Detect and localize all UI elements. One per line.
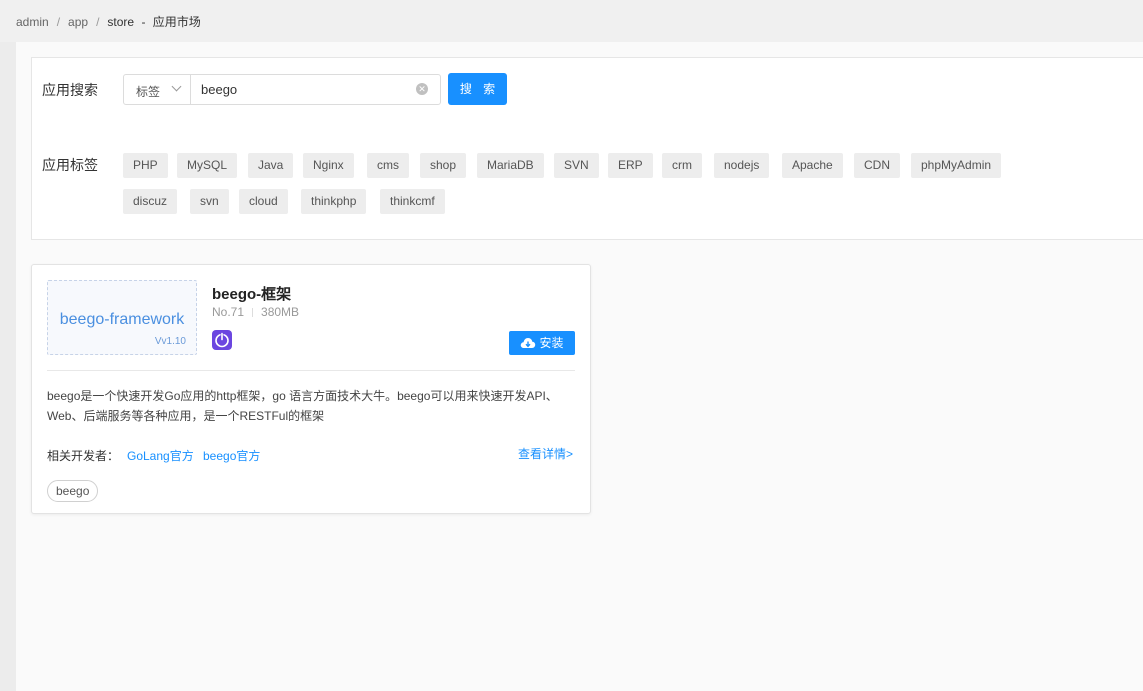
tag-erp[interactable]: ERP (608, 153, 653, 178)
view-details-link[interactable]: 查看详情> (518, 445, 573, 462)
tag-nginx[interactable]: Nginx (303, 153, 354, 178)
search-panel: 应用搜索 标签 ✕ 搜 索 应用标签 PHP MySQL Java Nginx … (31, 57, 1143, 240)
tag-thinkphp[interactable]: thinkphp (301, 189, 367, 214)
breadcrumb: admin / app / store - 应用市场 (16, 13, 201, 30)
app-thumbnail[interactable]: beego-framework Vv1.10 (47, 280, 197, 355)
cloud-download-icon (520, 334, 536, 358)
tag-phpmyadmin[interactable]: phpMyAdmin (911, 153, 1002, 178)
app-card: beego-framework Vv1.10 beego-框架 No.71 380… (31, 264, 591, 514)
chevron-down-icon (171, 81, 182, 92)
search-button[interactable]: 搜 索 (448, 73, 507, 105)
tag-apache[interactable]: Apache (782, 153, 843, 178)
developers-label: 相关开发者： (47, 449, 120, 463)
app-size: 380MB (261, 305, 300, 319)
meta-divider (252, 308, 254, 317)
app-tag[interactable]: beego (47, 480, 99, 502)
tag-java[interactable]: Java (248, 153, 294, 178)
card-divider (47, 370, 575, 371)
app-name: beego-框架 (212, 286, 292, 303)
tag-shop[interactable]: shop (420, 153, 467, 178)
clear-icon[interactable]: ✕ (416, 83, 428, 95)
tag-crm[interactable]: crm (662, 153, 702, 178)
developer-link-golang[interactable]: GoLang官方 (127, 447, 194, 464)
top-bar: admin / app / store - 应用市场 (0, 0, 1143, 42)
thumbnail-version: Vv1.10 (154, 336, 186, 347)
tag-mariadb[interactable]: MariaDB (477, 153, 544, 178)
install-label: 安装 (539, 336, 564, 350)
search-label: 应用搜索 (42, 82, 98, 98)
tag-svn[interactable]: svn (190, 189, 229, 214)
breadcrumb-separator: / (56, 15, 61, 29)
power-icon (212, 330, 232, 350)
breadcrumb-item-store: store (107, 15, 135, 29)
page-title: 应用市场 (152, 15, 201, 29)
developer-link-beego[interactable]: beego官方 (203, 447, 260, 464)
breadcrumb-separator: / (96, 15, 100, 29)
tag-nodejs[interactable]: nodejs (714, 153, 770, 178)
tag-mysql[interactable]: MySQL (177, 153, 238, 178)
tag-svn-upper[interactable]: SVN (554, 153, 599, 178)
tag-cdn[interactable]: CDN (854, 153, 900, 178)
tag-discuz[interactable]: discuz (123, 189, 178, 214)
breadcrumb-dash: - (141, 15, 146, 29)
tag-cms[interactable]: cms (367, 153, 409, 178)
tags-label: 应用标签 (42, 157, 98, 173)
app-description: beego是一个快速开发Go应用的http框架，go 语言方面技术大牛。beeg… (47, 389, 558, 423)
tag-thinkcmf[interactable]: thinkcmf (380, 189, 445, 214)
app-meta: No.71 380MB (212, 305, 299, 319)
main-content: 应用搜索 标签 ✕ 搜 索 应用标签 PHP MySQL Java Nginx … (16, 42, 1143, 691)
tag-cloud[interactable]: cloud (239, 189, 288, 214)
tag-php[interactable]: PHP (123, 153, 168, 178)
thumbnail-title: beego-framework (59, 311, 185, 328)
search-type-select[interactable]: 标签 (123, 74, 191, 105)
breadcrumb-item-app[interactable]: app (68, 15, 88, 29)
search-input[interactable] (190, 74, 441, 105)
breadcrumb-item-admin[interactable]: admin (16, 15, 49, 29)
install-button[interactable]: 安装 (509, 331, 575, 355)
search-type-value: 标签 (136, 85, 161, 99)
app-number: No.71 (212, 305, 245, 319)
